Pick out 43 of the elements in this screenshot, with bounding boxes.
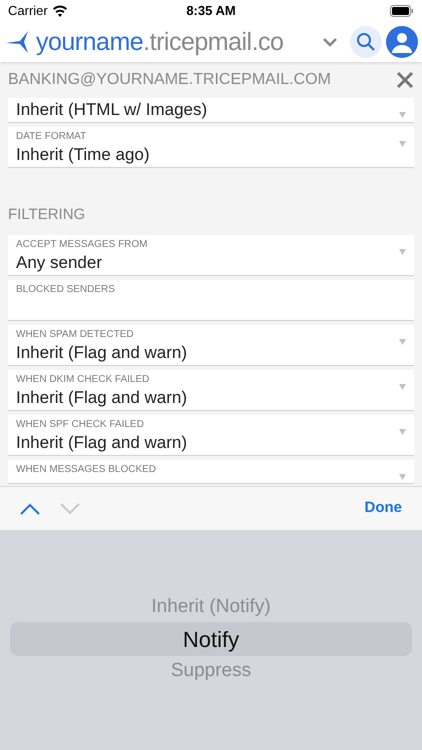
field-label: WHEN DKIM CHECK FAILED: [16, 372, 150, 386]
select-field[interactable]: Inherit (HTML w/ Images): [8, 98, 414, 123]
search-button[interactable]: [350, 26, 382, 58]
close-icon[interactable]: [396, 71, 414, 89]
field-value: Inherit (Flag and warn): [16, 342, 188, 364]
search-icon: [356, 32, 376, 52]
dropdown-arrow-icon: [399, 141, 406, 147]
field-label: WHEN MESSAGES BLOCKED: [16, 462, 158, 476]
wifi-icon: [52, 5, 68, 17]
dropdown-arrow-icon: [399, 474, 406, 480]
dropdown-arrow-icon: [399, 338, 406, 344]
field-value: Inherit (Flag and warn): [16, 386, 188, 408]
person-icon: [392, 31, 412, 53]
select-field[interactable]: ACCEPT MESSAGES FROM Any sender: [8, 234, 414, 276]
field-label: WHEN SPAM DETECTED: [16, 328, 135, 340]
section-title: FILTERING: [7, 205, 86, 225]
dropdown-arrow-icon: [399, 428, 406, 434]
field-label: BLOCKED SENDERS: [16, 282, 116, 296]
battery-icon: [390, 5, 414, 17]
avatar-button[interactable]: [386, 26, 418, 58]
input-field[interactable]: BLOCKED SENDERS: [8, 280, 414, 320]
chevron-up-icon[interactable]: [20, 502, 40, 514]
field-label: ACCEPT MESSAGES FROM: [16, 238, 149, 250]
field-label: DATE FORMAT: [16, 130, 88, 143]
select-field[interactable]: DATE FORMAT Inherit (Time ago): [8, 127, 414, 168]
dropdown-arrow-icon: [399, 384, 406, 390]
field-value: Any sender: [16, 252, 103, 274]
account-title: BANKING@YOURNAME.TRICEPMAIL.COM: [8, 70, 331, 90]
status-time: 8:35 AM: [186, 2, 236, 20]
field-value: Inherit (HTML w/ Images): [16, 99, 208, 121]
field-value: Inherit (Flag and warn): [16, 432, 188, 454]
select-field[interactable]: WHEN SPAM DETECTED Inherit (Flag and warn): [8, 324, 414, 366]
dropdown-arrow-icon: [399, 112, 406, 118]
select-field[interactable]: WHEN SPF CHECK FAILED Inherit (Flag and warn): [8, 414, 414, 456]
dropdown-arrow-icon: [399, 248, 406, 254]
field-value: Inherit (Time ago): [16, 144, 151, 166]
chevron-down-icon[interactable]: [322, 37, 338, 47]
carrier-label: Carrier: [8, 2, 48, 20]
select-field[interactable]: WHEN DKIM CHECK FAILED Inherit (Flag and warn): [8, 370, 414, 410]
field-label: WHEN SPF CHECK FAILED: [16, 418, 145, 430]
picker-option[interactable]: Notify: [10, 622, 412, 656]
select-field[interactable]: WHEN MESSAGES BLOCKED: [8, 460, 414, 484]
done-button[interactable]: Done: [364, 497, 402, 520]
